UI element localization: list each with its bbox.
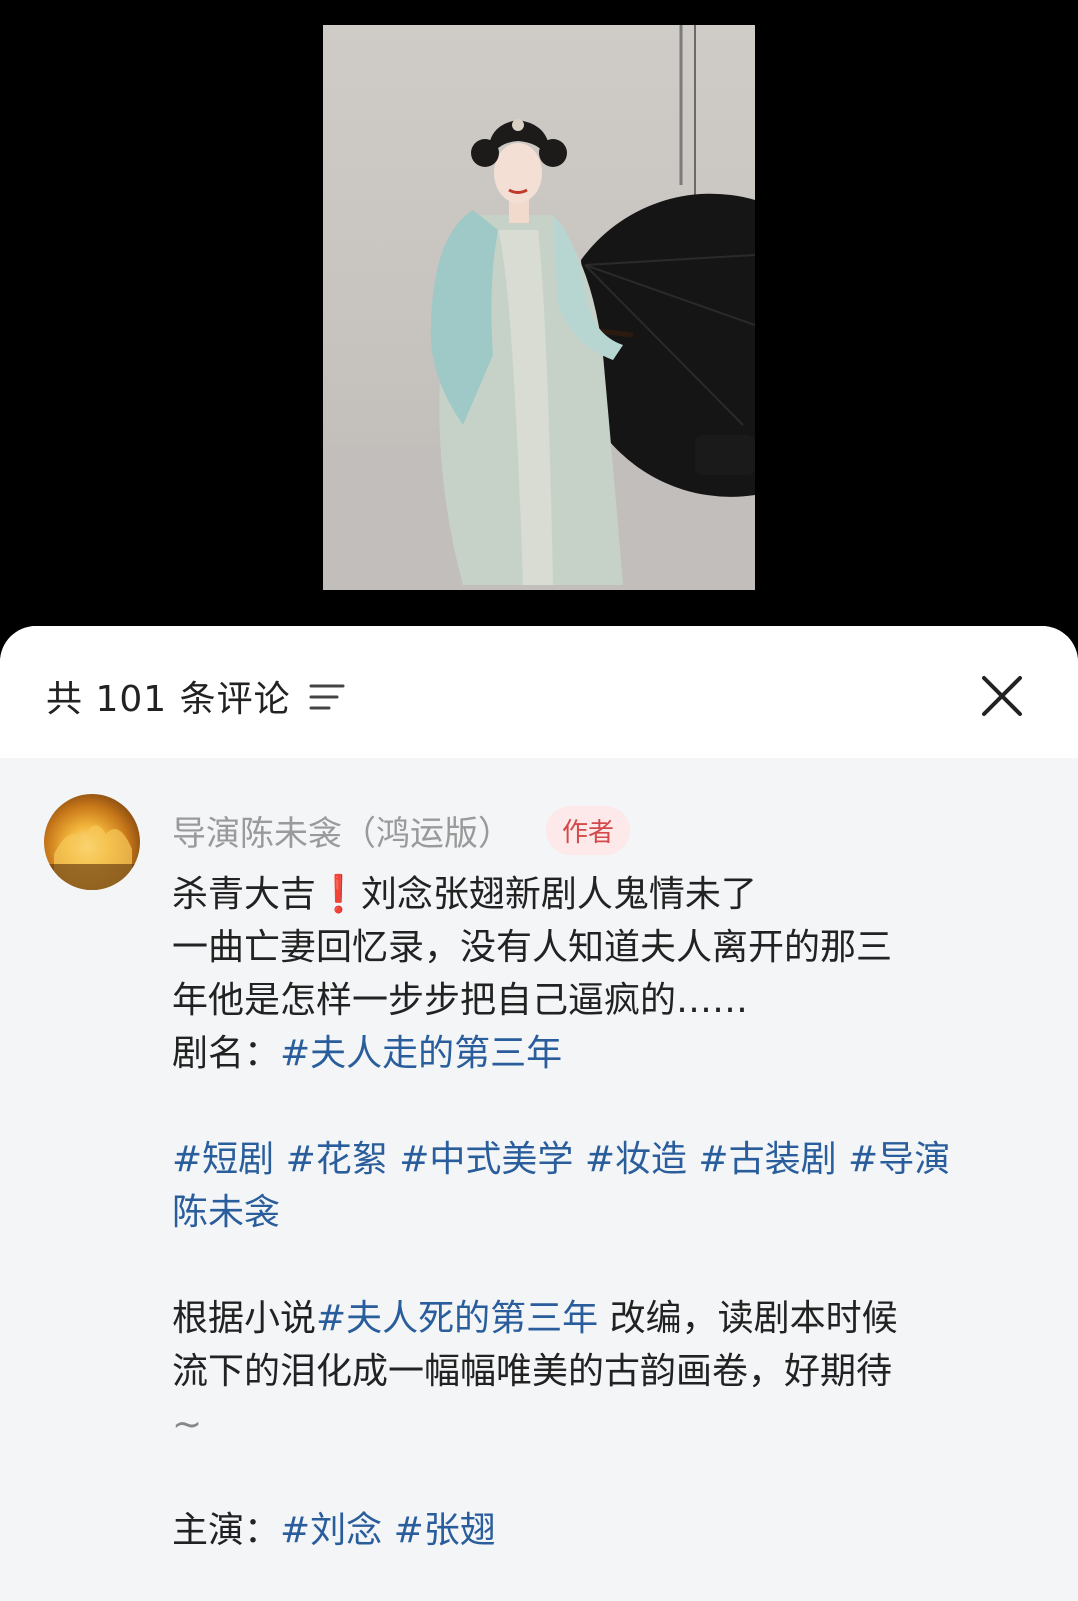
novel-line-1: 根据小说#夫人死的第三年 改编，读剧本时候 — [172, 1292, 1012, 1345]
body-line-3: 年他是怎样一步步把自己逼疯的…… — [172, 980, 749, 1021]
author-badge: 作者 — [546, 805, 631, 855]
comment-count-title: 共 101 条评论 — [46, 679, 291, 720]
novel-line-2: 流下的泪化成一幅幅唯美的古韵画卷，好期待 — [172, 1351, 893, 1392]
drama-name-line: 剧名：#夫人走的第三年 — [172, 1027, 1012, 1080]
close-icon[interactable] — [980, 674, 1024, 718]
comment-body: 杀青大吉❗刘念张翅新剧人鬼情未了 一曲亡妻回忆录，没有人知道夫人离开的那三 年他… — [172, 868, 1012, 1557]
photo-illustration — [323, 25, 755, 590]
body-line-1-rest: 刘念张翅新剧人鬼情未了 — [360, 874, 757, 915]
body-line-1-text: 杀青大吉 — [172, 874, 317, 915]
drama-prefix: 剧名： — [172, 1033, 281, 1074]
hashtag-link[interactable]: #夫人走的第三年 — [280, 1033, 562, 1074]
author-name[interactable]: 导演陈未衾（鸿运版） — [172, 806, 512, 855]
cast-prefix: 主演： — [172, 1510, 281, 1551]
comments-header: 共 101 条评论 — [0, 626, 1078, 758]
author-row: 导演陈未衾（鸿运版） 作者 — [172, 802, 631, 858]
body-line-1: 杀青大吉❗刘念张翅新剧人鬼情未了 — [172, 868, 1012, 921]
sort-filter-icon[interactable] — [309, 682, 345, 712]
post-photo[interactable] — [323, 25, 755, 590]
avatar-image — [44, 825, 140, 890]
hashtag-line-continued[interactable]: 陈未衾 — [172, 1186, 1012, 1239]
exclamation-icon: ❗ — [316, 874, 361, 915]
media-viewer — [0, 0, 1078, 628]
hashtag-link[interactable]: #夫人死的第三年 — [316, 1298, 598, 1339]
novel-rest: 改编，读剧本时候 — [598, 1298, 898, 1339]
cast-line: 主演：#刘念 #张翅 — [172, 1504, 1012, 1557]
comments-sheet: 共 101 条评论 导演陈未衾（鸿运版） 作者 杀青大吉❗刘念张翅新剧人鬼情未了… — [0, 626, 1078, 1601]
novel-line-3: ~ — [172, 1404, 203, 1445]
hashtag-link[interactable]: #刘念 #张翅 — [280, 1510, 496, 1551]
hashtag-line[interactable]: #短剧 #花絮 #中式美学 #妆造 #古装剧 #导演 — [172, 1133, 1012, 1186]
avatar[interactable] — [44, 794, 140, 890]
body-line-2: 一曲亡妻回忆录，没有人知道夫人离开的那三 — [172, 927, 893, 968]
novel-prefix: 根据小说 — [172, 1298, 317, 1339]
